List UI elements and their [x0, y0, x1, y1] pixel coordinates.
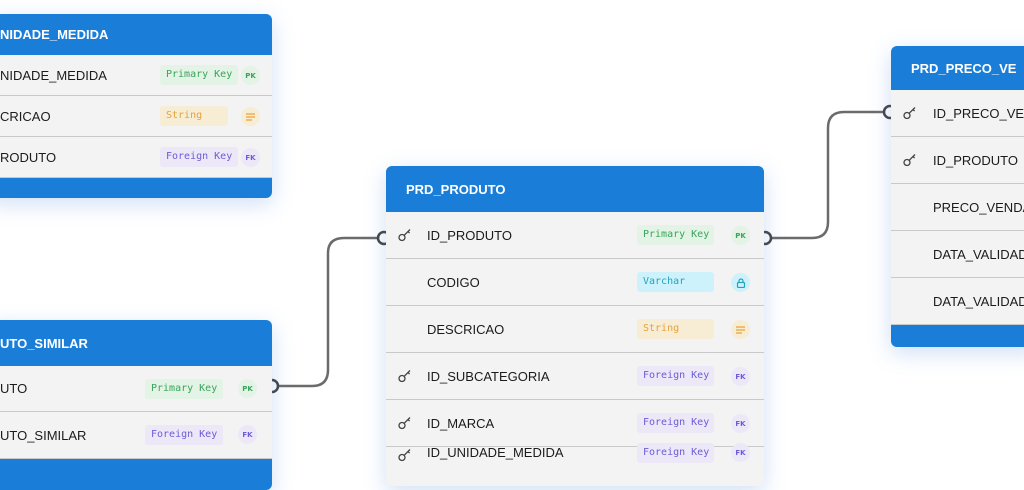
type-badge: String	[160, 106, 228, 126]
field-name: PRECO_VENDA	[933, 199, 1024, 215]
table-footer	[0, 459, 272, 490]
table-row[interactable]: UTO_SIMILAR Foreign Key FK	[0, 412, 272, 459]
table-row[interactable]: DESCRICAO String	[386, 306, 764, 353]
key-icon	[398, 229, 411, 242]
field-name: DESCRICAO	[427, 321, 505, 337]
table-title: UTO_SIMILAR	[0, 335, 88, 351]
connector-similar-to-produto	[272, 236, 384, 388]
key-icon	[398, 417, 411, 430]
table-footer	[0, 178, 272, 198]
table-row[interactable]: ID_PRECO_VEN	[891, 90, 1024, 137]
field-name: UTO	[0, 381, 28, 396]
type-badge: Foreign Key	[160, 147, 239, 167]
type-badge: Foreign Key	[637, 413, 714, 433]
text-lines-icon	[241, 107, 260, 126]
table-row[interactable]: PRECO_VENDA	[891, 184, 1024, 231]
connector-produto-to-preco	[765, 110, 890, 240]
table-header[interactable]: PRD_PRODUTO	[386, 166, 764, 212]
table-row[interactable]: DATA_VALIDAD	[891, 278, 1024, 325]
table-row[interactable]: CODIGO Varchar	[386, 259, 764, 306]
field-name: DATA_VALIDAD	[933, 293, 1024, 309]
type-badge: Primary Key	[637, 225, 714, 245]
pk-icon: PK	[238, 379, 257, 398]
table-row[interactable]: RODUTO Foreign Key FK	[0, 137, 272, 178]
table-row[interactable]: DATA_VALIDAD	[891, 231, 1024, 278]
table-row[interactable]: NIDADE_MEDIDA Primary Key PK	[0, 55, 272, 96]
field-name: CRICAO	[0, 108, 51, 124]
field-name: CODIGO	[427, 274, 480, 290]
type-badge: Primary Key	[160, 65, 239, 85]
fk-icon: FK	[731, 367, 750, 386]
key-icon	[398, 449, 411, 462]
field-name: ID_PRODUTO	[427, 227, 512, 243]
key-icon	[398, 370, 411, 383]
table-row[interactable]: ID_PRODUTO	[891, 137, 1024, 184]
table-row[interactable]: ID_UNIDADE_MEDIDA Foreign Key FK	[386, 443, 764, 486]
text-lines-icon	[731, 320, 750, 339]
table-title: PRD_PRODUTO	[406, 181, 506, 197]
field-name: UTO_SIMILAR	[0, 427, 87, 443]
table-prd-produto[interactable]: PRD_PRODUTO ID_PRODUTO Primary Key PK CO…	[386, 166, 764, 486]
type-badge: Varchar	[637, 272, 714, 292]
table-row[interactable]: UTO Primary Key PK	[0, 366, 272, 412]
fk-icon: FK	[731, 414, 750, 433]
table-prd-preco-venda[interactable]: PRD_PRECO_VE ID_PRECO_VEN ID_PRODUTO PRE…	[891, 46, 1024, 347]
table-title: NIDADE_MEDIDA	[0, 27, 109, 42]
field-name: ID_MARCA	[427, 415, 495, 431]
table-footer	[891, 325, 1024, 347]
table-row[interactable]: ID_MARCA Foreign Key FK	[386, 400, 764, 447]
field-name: ID_PRODUTO	[933, 152, 1018, 168]
fk-icon: FK	[241, 148, 260, 167]
fk-icon: FK	[731, 443, 750, 462]
pk-icon: PK	[241, 66, 260, 85]
field-name: RODUTO	[0, 149, 57, 165]
table-title: PRD_PRECO_VE	[911, 60, 1017, 76]
type-badge: Foreign Key	[637, 366, 714, 386]
fk-icon: FK	[238, 425, 257, 444]
table-produto-similar[interactable]: UTO_SIMILAR UTO Primary Key PK UTO_SIMIL…	[0, 320, 272, 490]
table-header[interactable]: UTO_SIMILAR	[0, 320, 272, 366]
table-unidade-medida[interactable]: NIDADE_MEDIDA NIDADE_MEDIDA Primary Key …	[0, 14, 272, 198]
table-row[interactable]: ID_SUBCATEGORIA Foreign Key FK	[386, 353, 764, 400]
table-header[interactable]: NIDADE_MEDIDA	[0, 14, 272, 55]
field-name: ID_PRECO_VEN	[933, 105, 1024, 121]
pk-icon: PK	[731, 226, 750, 245]
field-name: ID_UNIDADE_MEDIDA	[427, 445, 564, 460]
table-row[interactable]: ID_PRODUTO Primary Key PK	[386, 212, 764, 259]
field-name: DATA_VALIDAD	[933, 246, 1024, 262]
type-badge: String	[637, 319, 714, 339]
type-badge: Primary Key	[145, 378, 224, 399]
table-row[interactable]: CRICAO String	[0, 96, 272, 137]
key-icon	[903, 107, 916, 120]
field-name: NIDADE_MEDIDA	[0, 67, 107, 83]
type-badge: Foreign Key	[145, 425, 224, 445]
type-badge: Foreign Key	[637, 443, 714, 463]
key-icon	[903, 154, 916, 167]
field-name: ID_SUBCATEGORIA	[427, 368, 550, 384]
table-header[interactable]: PRD_PRECO_VE	[891, 46, 1024, 90]
lock-icon	[731, 273, 750, 292]
